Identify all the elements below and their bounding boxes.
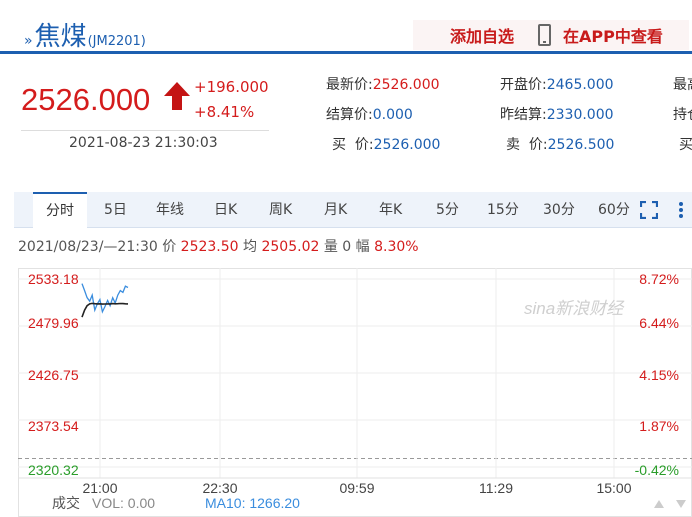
tab-yearly-k[interactable]: 年K (379, 192, 402, 228)
info-price: 2523.50 (180, 239, 239, 255)
intraday-chart[interactable]: 2533.18 2479.96 2426.75 2373.54 2320.32 8.72%… (18, 268, 692, 517)
instrument-title: » 焦煤 (JM2201) (24, 16, 146, 53)
x-tick-label: 15:00 (596, 480, 631, 496)
quote-field-bid-vol: 买 (679, 137, 692, 153)
y-tick-label-right: 6.44% (639, 315, 679, 331)
info-amp: 8.30% (374, 239, 419, 255)
price-change-percent: +8.41% (194, 103, 255, 121)
info-avg: 2505.02 (261, 239, 320, 255)
volume-value: VOL: 0.00 (92, 495, 155, 511)
y-tick-label-right: 8.72% (639, 271, 679, 287)
up-arrow-icon (164, 82, 190, 110)
header-actions: 添加自选 在APP中查看 (413, 20, 689, 50)
y-tick-label: 2373.54 (28, 418, 79, 434)
info-avg-label: 均 (243, 239, 258, 255)
y-tick-label: 2320.32 (28, 462, 79, 478)
tab-daily-k[interactable]: 日K (214, 192, 237, 228)
chart-tabbar: 分时 5日 年线 日K 周K 月K 年K 5分 15分 30分 60分 (14, 192, 692, 228)
more-vertical-icon[interactable] (678, 201, 684, 219)
quote-field-prev-settle: 昨结算:2330.000 (500, 107, 614, 123)
quote-field-open: 开盘价:2465.000 (500, 77, 614, 93)
y-tick-label-right: -0.42% (635, 462, 679, 478)
quote-field-settle: 结算价:0.000 (326, 107, 413, 123)
page-header: » 焦煤 (JM2201) 添加自选 在APP中查看 (0, 0, 692, 54)
volume-label: 成交 (52, 495, 80, 511)
quote-field-ask: 卖 价:2526.500 (506, 137, 615, 153)
tab-30min[interactable]: 30分 (543, 192, 575, 228)
phone-icon (538, 24, 552, 46)
tab-intraday[interactable]: 分时 (33, 192, 87, 228)
y-tick-label-right: 1.87% (639, 418, 679, 434)
x-tick-label: 09:59 (339, 480, 374, 496)
add-watchlist-button[interactable]: 添加自选 (450, 23, 514, 47)
price-change: +196.000 (194, 78, 269, 96)
tab-60min[interactable]: 60分 (598, 192, 630, 228)
quote-field-bid: 买 价:2526.000 (332, 137, 441, 153)
view-in-app-button[interactable]: 在APP中查看 (563, 23, 663, 47)
tab-5day[interactable]: 5日 (104, 192, 127, 228)
scroll-up-icon (654, 500, 664, 508)
info-datetime: 2021/08/23/—21:30 (18, 239, 158, 255)
scroll-down-icon (676, 500, 686, 508)
y-tick-label: 2426.75 (28, 367, 79, 383)
divider (21, 130, 269, 131)
x-tick-label: 11:29 (479, 480, 513, 496)
quote-field-open-interest: 持仓 (673, 107, 692, 123)
tab-5min[interactable]: 5分 (436, 192, 459, 228)
double-chevron-icon: » (24, 33, 33, 49)
tab-yearline[interactable]: 年线 (156, 192, 184, 228)
ma10-value: MA10: 1266.20 (205, 495, 300, 511)
y-tick-label: 2479.96 (28, 315, 79, 331)
fullscreen-icon[interactable] (640, 201, 658, 219)
y-tick-label-right: 4.15% (639, 367, 679, 383)
price-series-line (81, 283, 129, 314)
info-vol-label: 量 (323, 239, 338, 255)
cursor-info-line: 2021/08/23/—21:30 价 2523.50 均 2505.02 量 … (18, 236, 419, 256)
y-tick-label: 2533.18 (28, 271, 79, 287)
instrument-name: 焦煤 (34, 22, 87, 52)
quote-field-high: 最高 (673, 77, 692, 93)
x-tick-label: 21:00 (82, 480, 117, 496)
tab-15min[interactable]: 15分 (487, 192, 519, 228)
x-tick-label: 22:30 (202, 480, 237, 496)
instrument-code: (JM2201) (87, 34, 146, 49)
tab-weekly-k[interactable]: 周K (269, 192, 292, 228)
info-vol: 0 (342, 239, 352, 255)
quote-timestamp: 2021-08-23 21:30:03 (69, 135, 218, 151)
watermark-logo: sina新浪财经 (524, 299, 625, 318)
current-price: 2526.000 (21, 82, 151, 117)
info-amp-label: 幅 (355, 239, 370, 255)
quote-field-latest: 最新价:2526.000 (326, 77, 440, 93)
tab-monthly-k[interactable]: 月K (324, 192, 347, 228)
info-price-label: 价 (162, 239, 177, 255)
